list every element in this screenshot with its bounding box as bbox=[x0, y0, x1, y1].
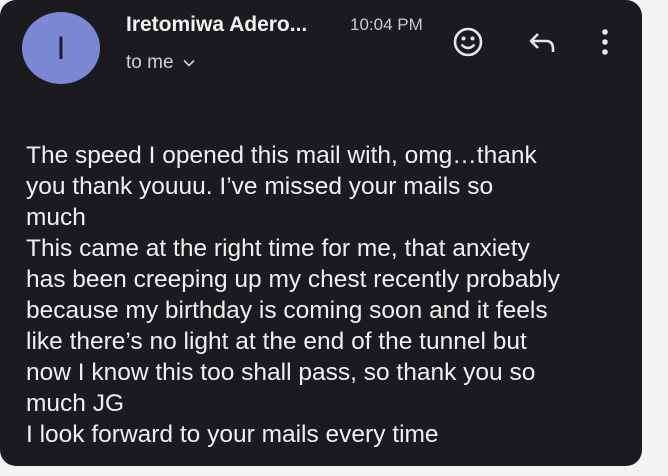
body-line: much bbox=[26, 204, 86, 231]
body-line: you thank youuu. I’ve missed your mails … bbox=[26, 173, 494, 200]
emoji-icon bbox=[453, 27, 483, 57]
timestamp: 10:04 PM bbox=[350, 15, 423, 34]
body-line: because my birthday is coming soon and i… bbox=[26, 297, 548, 324]
more-vert-icon bbox=[602, 29, 608, 55]
email-card: I Iretomiwa Adero... 10:04 PM to me The … bbox=[0, 0, 642, 466]
reply-button[interactable] bbox=[522, 22, 562, 62]
body-line: has been creeping up my chest recently p… bbox=[26, 266, 560, 293]
sender-name[interactable]: Iretomiwa Adero... bbox=[126, 13, 307, 37]
body-line: like there’s no light at the end of the … bbox=[26, 328, 527, 355]
body-line: now I know this too shall pass, so thank… bbox=[26, 359, 536, 386]
reply-icon bbox=[529, 33, 555, 52]
body-line: much JG bbox=[26, 390, 125, 417]
emoji-reaction-button[interactable] bbox=[448, 22, 488, 62]
recipient-dropdown[interactable]: to me bbox=[126, 52, 196, 74]
email-body: The speed I opened this mail with, omg…t… bbox=[26, 140, 626, 450]
recipient-label: to me bbox=[126, 52, 174, 73]
more-options-button[interactable] bbox=[590, 22, 620, 62]
chevron-down-icon bbox=[182, 59, 195, 67]
body-line: This came at the right time for me, that… bbox=[26, 235, 530, 262]
body-line: I look forward to your mails every time bbox=[26, 421, 439, 448]
avatar-letter: I bbox=[56, 29, 66, 66]
body-line: The speed I opened this mail with, omg…t… bbox=[26, 142, 537, 169]
avatar[interactable]: I bbox=[22, 12, 100, 84]
